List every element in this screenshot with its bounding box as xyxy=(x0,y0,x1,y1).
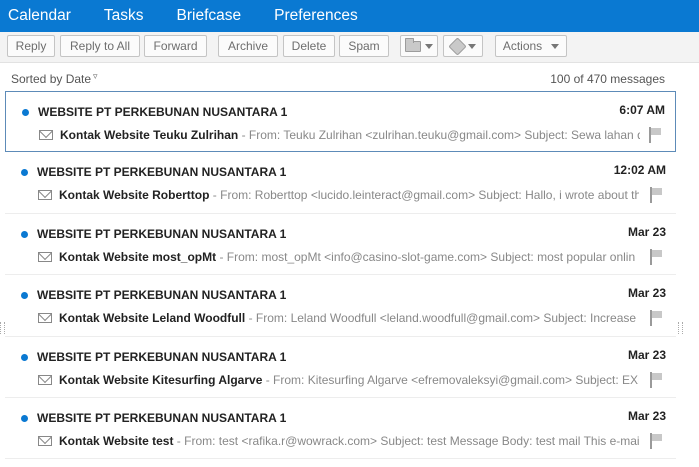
reply-button[interactable]: Reply xyxy=(7,35,55,57)
envelope-icon xyxy=(38,313,52,324)
envelope-icon xyxy=(38,435,52,446)
flag-icon[interactable] xyxy=(649,248,663,265)
message-subject: Kontak Website test xyxy=(59,433,174,448)
message-row[interactable]: WEBSITE PT PERKEBUNAN NUSANTARA 1 Mar 23… xyxy=(5,398,676,460)
message-subject: Kontak Website most_opMt xyxy=(59,249,217,264)
message-list: WEBSITE PT PERKEBUNAN NUSANTARA 1 6:07 A… xyxy=(5,91,676,460)
message-subject: Kontak Website Kitesurfing Algarve xyxy=(59,372,263,387)
list-header: Sorted by Date ▿ 100 of 470 messages xyxy=(5,67,674,89)
message-subject: Kontak Website Teuku Zulrihan xyxy=(60,128,239,142)
message-date: Mar 23 xyxy=(627,408,666,423)
caret-down-icon xyxy=(425,43,433,49)
message-count: 100 of 470 messages xyxy=(550,72,665,86)
message-row[interactable]: WEBSITE PT PERKEBUNAN NUSANTARA 1 Mar 23… xyxy=(5,214,676,276)
forward-button[interactable]: Forward xyxy=(144,35,207,57)
nav-briefcase[interactable]: Briefcase xyxy=(177,7,242,25)
left-pane-resize-handle[interactable] xyxy=(0,322,5,334)
message-summary: Kontak Website test - From: test <rafika… xyxy=(59,434,639,448)
message-preview: - From: Roberttop <lucido.leinteract@gma… xyxy=(209,188,639,203)
flag-icon[interactable] xyxy=(649,371,663,388)
message-date: Mar 23 xyxy=(627,286,666,301)
envelope-icon xyxy=(39,130,53,140)
actions-menu-button[interactable]: Actions xyxy=(495,35,567,57)
flag-icon[interactable] xyxy=(649,432,663,449)
message-row[interactable]: WEBSITE PT PERKEBUNAN NUSANTARA 1 6:07 A… xyxy=(5,91,676,153)
message-sender: WEBSITE PT PERKEBUNAN NUSANTARA 1 xyxy=(37,410,287,425)
flag-icon[interactable] xyxy=(649,310,663,327)
message-date: Mar 23 xyxy=(627,347,666,362)
flag-icon[interactable] xyxy=(649,187,663,204)
unread-indicator xyxy=(21,169,28,177)
tag-button[interactable] xyxy=(443,35,483,57)
message-date: Mar 23 xyxy=(627,224,666,239)
sort-icon[interactable]: ▿ xyxy=(93,71,98,82)
actions-label: Actions xyxy=(502,39,543,53)
message-preview: - From: Kitesurfing Algarve <efremovalek… xyxy=(262,372,639,387)
message-sender: WEBSITE PT PERKEBUNAN NUSANTARA 1 xyxy=(37,288,287,303)
tag-icon xyxy=(447,36,467,56)
folder-icon xyxy=(405,37,421,52)
message-preview: - From: Teuku Zulrihan <zulrihan.teuku@g… xyxy=(238,128,640,142)
nav-calendar[interactable]: Calendar xyxy=(8,7,71,25)
message-sender: WEBSITE PT PERKEBUNAN NUSANTARA 1 xyxy=(37,165,287,180)
reply-all-button[interactable]: Reply to All xyxy=(60,35,140,57)
message-row[interactable]: WEBSITE PT PERKEBUNAN NUSANTARA 1 Mar 23… xyxy=(5,275,676,337)
archive-button[interactable]: Archive xyxy=(218,35,278,57)
message-preview: - From: Leland Woodfull <leland.woodfull… xyxy=(245,311,639,326)
unread-indicator xyxy=(21,353,28,361)
unread-indicator xyxy=(21,414,28,422)
message-subject: Kontak Website Leland Woodfull xyxy=(59,311,246,326)
right-pane-resize-handle[interactable] xyxy=(678,322,683,334)
nav-tasks[interactable]: Tasks xyxy=(104,7,144,25)
message-row[interactable]: WEBSITE PT PERKEBUNAN NUSANTARA 1 12:02 … xyxy=(5,152,676,214)
envelope-icon xyxy=(38,190,52,201)
unread-indicator xyxy=(21,230,28,238)
move-to-folder-button[interactable] xyxy=(400,35,438,57)
message-date: 6:07 AM xyxy=(619,103,665,117)
envelope-icon xyxy=(38,374,52,385)
message-summary: Kontak Website Roberttop - From: Robertt… xyxy=(59,188,639,202)
flag-icon[interactable] xyxy=(648,127,662,143)
spam-button[interactable]: Spam xyxy=(339,35,389,57)
unread-indicator xyxy=(21,292,28,300)
message-sender: WEBSITE PT PERKEBUNAN NUSANTARA 1 xyxy=(37,349,287,364)
envelope-icon xyxy=(38,251,52,262)
message-row[interactable]: WEBSITE PT PERKEBUNAN NUSANTARA 1 Mar 23… xyxy=(5,337,676,398)
message-summary: Kontak Website Teuku Zulrihan - From: Te… xyxy=(60,128,640,142)
message-preview: - From: test <rafika.r@wowrack.com> Subj… xyxy=(173,433,639,448)
delete-button[interactable]: Delete xyxy=(283,35,335,57)
caret-down-icon xyxy=(551,43,560,49)
sort-label[interactable]: Sorted by Date xyxy=(11,72,91,86)
message-summary: Kontak Website Leland Woodfull - From: L… xyxy=(59,311,639,325)
message-preview: - From: most_opMt <info@casino-slot-game… xyxy=(216,249,636,264)
message-toolbar: Reply Reply to All Forward Archive Delet… xyxy=(0,32,699,63)
message-sender: WEBSITE PT PERKEBUNAN NUSANTARA 1 xyxy=(37,226,287,241)
unread-indicator xyxy=(22,109,29,116)
message-summary: Kontak Website most_opMt - From: most_op… xyxy=(59,250,639,264)
message-date: 12:02 AM xyxy=(613,163,666,178)
message-summary: Kontak Website Kitesurfing Algarve - Fro… xyxy=(59,373,639,387)
caret-down-icon xyxy=(467,43,476,49)
message-sender: WEBSITE PT PERKEBUNAN NUSANTARA 1 xyxy=(38,105,288,119)
nav-preferences[interactable]: Preferences xyxy=(274,7,358,25)
message-subject: Kontak Website Roberttop xyxy=(59,188,210,203)
app-nav-bar: Calendar Tasks Briefcase Preferences xyxy=(0,0,699,32)
